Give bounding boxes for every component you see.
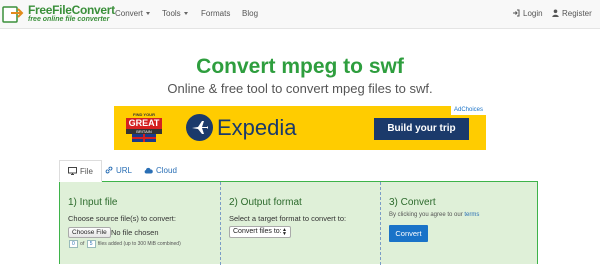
- ad-brand-name: Expedia: [217, 115, 297, 140]
- page-title: Convert mpeg to swf: [196, 55, 404, 78]
- output-format-value: Convert files to:: [233, 228, 282, 235]
- files-added-count: 0: [69, 240, 78, 248]
- tab-url[interactable]: URL: [97, 160, 140, 182]
- register-link[interactable]: Register: [552, 9, 592, 18]
- output-format-select[interactable]: Convert files to: ▲ ▼: [229, 226, 291, 238]
- terms-link[interactable]: terms: [464, 212, 479, 218]
- chevron-down-icon: [146, 12, 151, 16]
- tab-cloud-label: Cloud: [156, 166, 177, 175]
- no-file-chosen-text: No file chosen: [111, 228, 159, 237]
- tab-cloud[interactable]: Cloud: [136, 160, 185, 182]
- brand-tagline: free online file converter: [28, 16, 110, 23]
- airplane-icon: [186, 114, 213, 141]
- nav-formats[interactable]: Formats: [201, 9, 230, 18]
- files-total-count: 5: [86, 240, 96, 248]
- chevron-down-icon: [183, 12, 188, 16]
- step-description: Select a target format to convert to:: [229, 214, 347, 223]
- user-icon: [552, 9, 559, 17]
- nav-convert-label: Convert: [115, 9, 144, 18]
- convert-button[interactable]: Convert: [389, 225, 428, 242]
- convert-step: 3) Convert By clicking you agree to our …: [380, 182, 538, 265]
- step-title: 1) Input file: [68, 197, 118, 208]
- files-added-suffix: files added (up to 300 MiB combined): [97, 241, 181, 247]
- files-added-note: 0 of 5 files added (up to 300 MiB combin…: [68, 240, 181, 248]
- ad-banner[interactable]: FIND YOUR GREAT BRITAIN Expedia Build yo…: [114, 106, 486, 150]
- step-title: 3) Convert: [389, 197, 436, 208]
- ad-cta-button[interactable]: Build your trip: [374, 118, 469, 140]
- login-label: Login: [523, 9, 543, 18]
- logo-icon: [2, 6, 24, 23]
- tab-file-label: File: [80, 167, 93, 176]
- nav-tools[interactable]: Tools: [162, 9, 188, 18]
- page-subtitle: Online & free tool to convert mpeg files…: [167, 81, 433, 96]
- input-file-step: 1) Input file Choose source file(s) to c…: [60, 182, 220, 265]
- output-format-step: 2) Output format Select a target format …: [220, 182, 380, 265]
- select-arrows-icon: ▲ ▼: [282, 227, 287, 237]
- top-navbar: FreeFileConvert free online file convert…: [0, 0, 600, 29]
- ad-great-britain-badge: FIND YOUR GREAT BRITAIN: [122, 112, 166, 144]
- brand-name: FreeFileConvert: [28, 3, 115, 17]
- converter-panel: 1) Input file Choose source file(s) to c…: [59, 181, 538, 265]
- tab-url-label: URL: [116, 166, 133, 175]
- nav-blog[interactable]: Blog: [242, 9, 258, 18]
- site-logo[interactable]: FreeFileConvert free online file convert…: [2, 2, 115, 27]
- ad-choices-link[interactable]: AdChoices: [450, 106, 486, 115]
- tab-file[interactable]: File: [59, 160, 102, 182]
- choose-file-button[interactable]: Choose File: [68, 227, 111, 238]
- monitor-icon: [68, 167, 77, 175]
- login-link[interactable]: Login: [512, 9, 543, 18]
- link-icon: [105, 166, 113, 174]
- sign-in-icon: [513, 9, 520, 17]
- terms-agreement-text: By clicking you agree to our: [389, 212, 463, 218]
- cloud-icon: [144, 167, 153, 174]
- nav-tools-label: Tools: [162, 9, 181, 18]
- ad-flag-main-text: GREAT: [126, 118, 162, 129]
- nav-convert[interactable]: Convert: [115, 9, 151, 18]
- files-of-label: of: [80, 241, 85, 247]
- step-title: 2) Output format: [229, 197, 302, 208]
- step-description: Choose source file(s) to convert:: [68, 214, 176, 223]
- register-label: Register: [562, 9, 592, 18]
- terms-agreement: By clicking you agree to our terms: [389, 212, 479, 218]
- union-jack-icon: [132, 134, 156, 142]
